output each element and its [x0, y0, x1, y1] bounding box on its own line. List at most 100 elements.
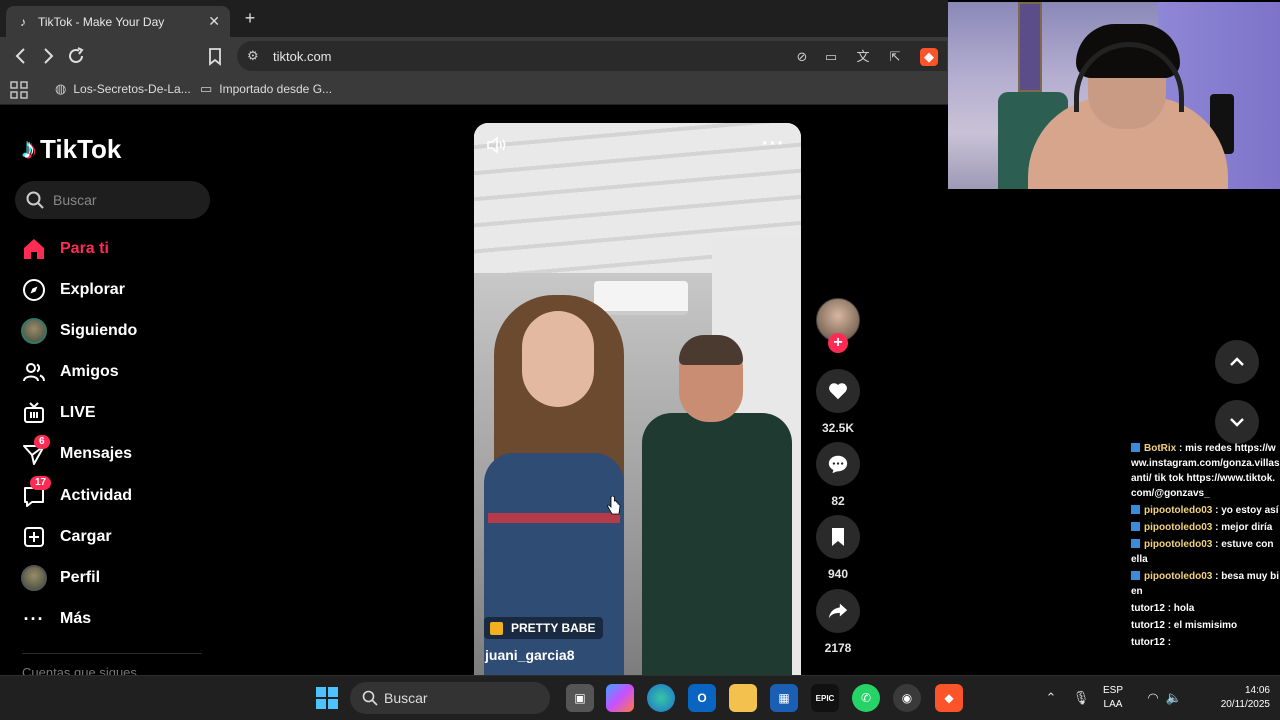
sidebar-item-live[interactable]: LIVE — [20, 398, 96, 428]
next-video-button[interactable] — [1215, 400, 1259, 444]
activity-icon: 17 — [20, 476, 52, 510]
obs-button[interactable]: ◉ — [893, 684, 921, 712]
clock[interactable]: 14:06 20/11/2025 — [1190, 684, 1270, 712]
new-tab-button[interactable]: + — [240, 8, 260, 28]
sidebar-item-label: Siguiendo — [60, 322, 138, 339]
sidebar-item-actividad[interactable]: 17 Actividad — [20, 476, 132, 511]
taskbar-search-box[interactable]: Buscar — [350, 682, 550, 714]
back-arrow-icon — [15, 48, 25, 64]
comment-action[interactable]: 82 — [816, 442, 860, 508]
chat-username: pipootoledo03 — [1144, 522, 1213, 533]
sidebar-item-explorar[interactable]: Explorar — [20, 275, 125, 305]
sidebar-divider — [22, 653, 202, 654]
display-icon[interactable]: ▭ — [822, 48, 840, 66]
webcam-overlay — [948, 2, 1280, 189]
chat-badge-icon — [1131, 443, 1140, 452]
store-button[interactable]: ▦ — [770, 684, 798, 712]
previous-video-button[interactable] — [1215, 340, 1259, 384]
back-button[interactable] — [10, 45, 32, 67]
task-view-icon: ▣ — [574, 691, 586, 705]
input-language-indicator[interactable]: ESP LAA — [1103, 684, 1123, 712]
tag-icon — [490, 621, 503, 635]
epic-games-button[interactable]: EPIC — [811, 684, 839, 712]
wifi-icon[interactable]: ◠ — [1144, 689, 1162, 707]
copilot-button[interactable] — [606, 684, 634, 712]
video-tag[interactable]: PRETTY BABE — [484, 617, 604, 639]
video-tag-label: PRETTY BABE — [511, 621, 596, 635]
brave-shield-icon[interactable]: ◆ — [920, 48, 938, 66]
clock-time: 14:06 — [1244, 685, 1270, 696]
chat-badge-icon — [1131, 505, 1140, 514]
video-player[interactable]: ··· PRETTY BABE juani_garcia8 — [474, 123, 801, 683]
chat-username: pipootoledo03 — [1144, 539, 1213, 550]
close-tab-icon[interactable]: ✕ — [208, 13, 220, 30]
chat-username: BotRix — [1144, 443, 1177, 454]
sidebar-item-cargar[interactable]: Cargar — [20, 522, 112, 552]
url-text: tiktok.com — [273, 49, 332, 64]
microphone-icon[interactable]: 🎙 — [1072, 689, 1090, 707]
chat-badge-icon — [1131, 571, 1140, 580]
sidebar-item-amigos[interactable]: Amigos — [20, 357, 119, 387]
video-author[interactable]: juani_garcia8 — [485, 647, 575, 663]
chat-message: tutor12 : el mismisimo — [1131, 618, 1280, 633]
whatsapp-button[interactable]: ✆ — [852, 684, 880, 712]
like-count: 32.5K — [821, 421, 855, 435]
show-hidden-icons-chevron-up-icon[interactable]: ⌃ — [1042, 689, 1060, 707]
edge-button[interactable] — [647, 684, 675, 712]
chat-text: : el mismisimo — [1167, 620, 1238, 631]
share-action[interactable]: 2178 — [816, 589, 860, 655]
sidebar-item-siguiendo[interactable]: Siguiendo — [20, 316, 137, 346]
chat-username: pipootoledo03 — [1144, 505, 1213, 516]
browser-tab-bar: ♪ TikTok - Make Your Day ✕ + — [0, 0, 948, 37]
sidebar-item-mas[interactable]: ··· Más — [20, 604, 92, 634]
video-scene-person-2-body — [642, 413, 792, 683]
file-explorer-button[interactable] — [729, 684, 757, 712]
sidebar-item-perfil[interactable]: Perfil — [20, 563, 100, 593]
friends-icon — [20, 358, 48, 386]
save-button[interactable] — [816, 515, 860, 559]
start-button[interactable] — [313, 684, 341, 712]
like-button[interactable] — [816, 369, 860, 413]
comment-count: 82 — [831, 494, 845, 508]
tiktok-logo[interactable]: ♪ TikTok — [22, 133, 121, 165]
follow-plus-button[interactable]: + — [828, 333, 848, 353]
messages-icon: 6 — [20, 435, 50, 468]
volume-icon[interactable]: 🔈 — [1165, 689, 1183, 707]
bookmark-folder[interactable]: ▭ Importado desde G... — [200, 81, 332, 97]
site-settings-icon[interactable]: ⚙ — [247, 48, 263, 64]
comment-button[interactable] — [816, 442, 860, 486]
lang-line-2: LAA — [1103, 699, 1123, 710]
browser-tab[interactable]: ♪ TikTok - Make Your Day ✕ — [6, 6, 230, 37]
webcam-poster — [1018, 2, 1042, 92]
save-action[interactable]: 940 — [816, 515, 860, 581]
logo-text: TikTok — [40, 133, 122, 164]
share-icon[interactable]: ⇱ — [886, 48, 904, 66]
globe-icon: ◍ — [55, 81, 67, 96]
cast-off-icon[interactable]: ⊘ — [793, 48, 811, 66]
epic-games-icon: EPIC — [815, 693, 835, 703]
bookmark-button[interactable] — [204, 45, 226, 67]
task-view-button[interactable]: ▣ — [566, 684, 594, 712]
apps-grid-button[interactable] — [10, 81, 28, 99]
search-input[interactable]: Buscar — [15, 181, 210, 219]
outlook-button[interactable]: O — [688, 684, 716, 712]
volume-icon[interactable] — [486, 135, 510, 155]
chat-username: tutor12 — [1131, 637, 1165, 648]
bookmark-item[interactable]: ◍ Los-Secretos-De-La... — [55, 81, 191, 97]
sidebar-item-mensajes[interactable]: 6 Mensajes — [20, 435, 133, 469]
translate-icon[interactable]: 文 — [854, 48, 872, 66]
brave-button[interactable]: ◆ — [935, 684, 963, 712]
sidebar-item-label: Mensajes — [60, 445, 133, 462]
address-bar[interactable]: ⚙ tiktok.com ⊘ ▭ 文 ⇱ ◆ — [237, 41, 947, 71]
forward-button[interactable] — [37, 45, 59, 67]
chat-message: pipootoledo03 : yo estoy así — [1131, 503, 1280, 518]
chat-username: tutor12 — [1131, 603, 1165, 614]
video-more-options-icon[interactable]: ··· — [762, 133, 785, 156]
sidebar-item-label: Explorar — [60, 281, 125, 298]
sidebar-item-para-ti[interactable]: Para ti — [20, 234, 109, 264]
reload-button[interactable] — [65, 45, 87, 67]
chat-badge-icon — [1131, 539, 1140, 548]
bookmark-folder-label: Importado desde G... — [219, 82, 333, 96]
like-action[interactable]: 32.5K — [816, 369, 860, 435]
share-button[interactable] — [816, 589, 860, 633]
